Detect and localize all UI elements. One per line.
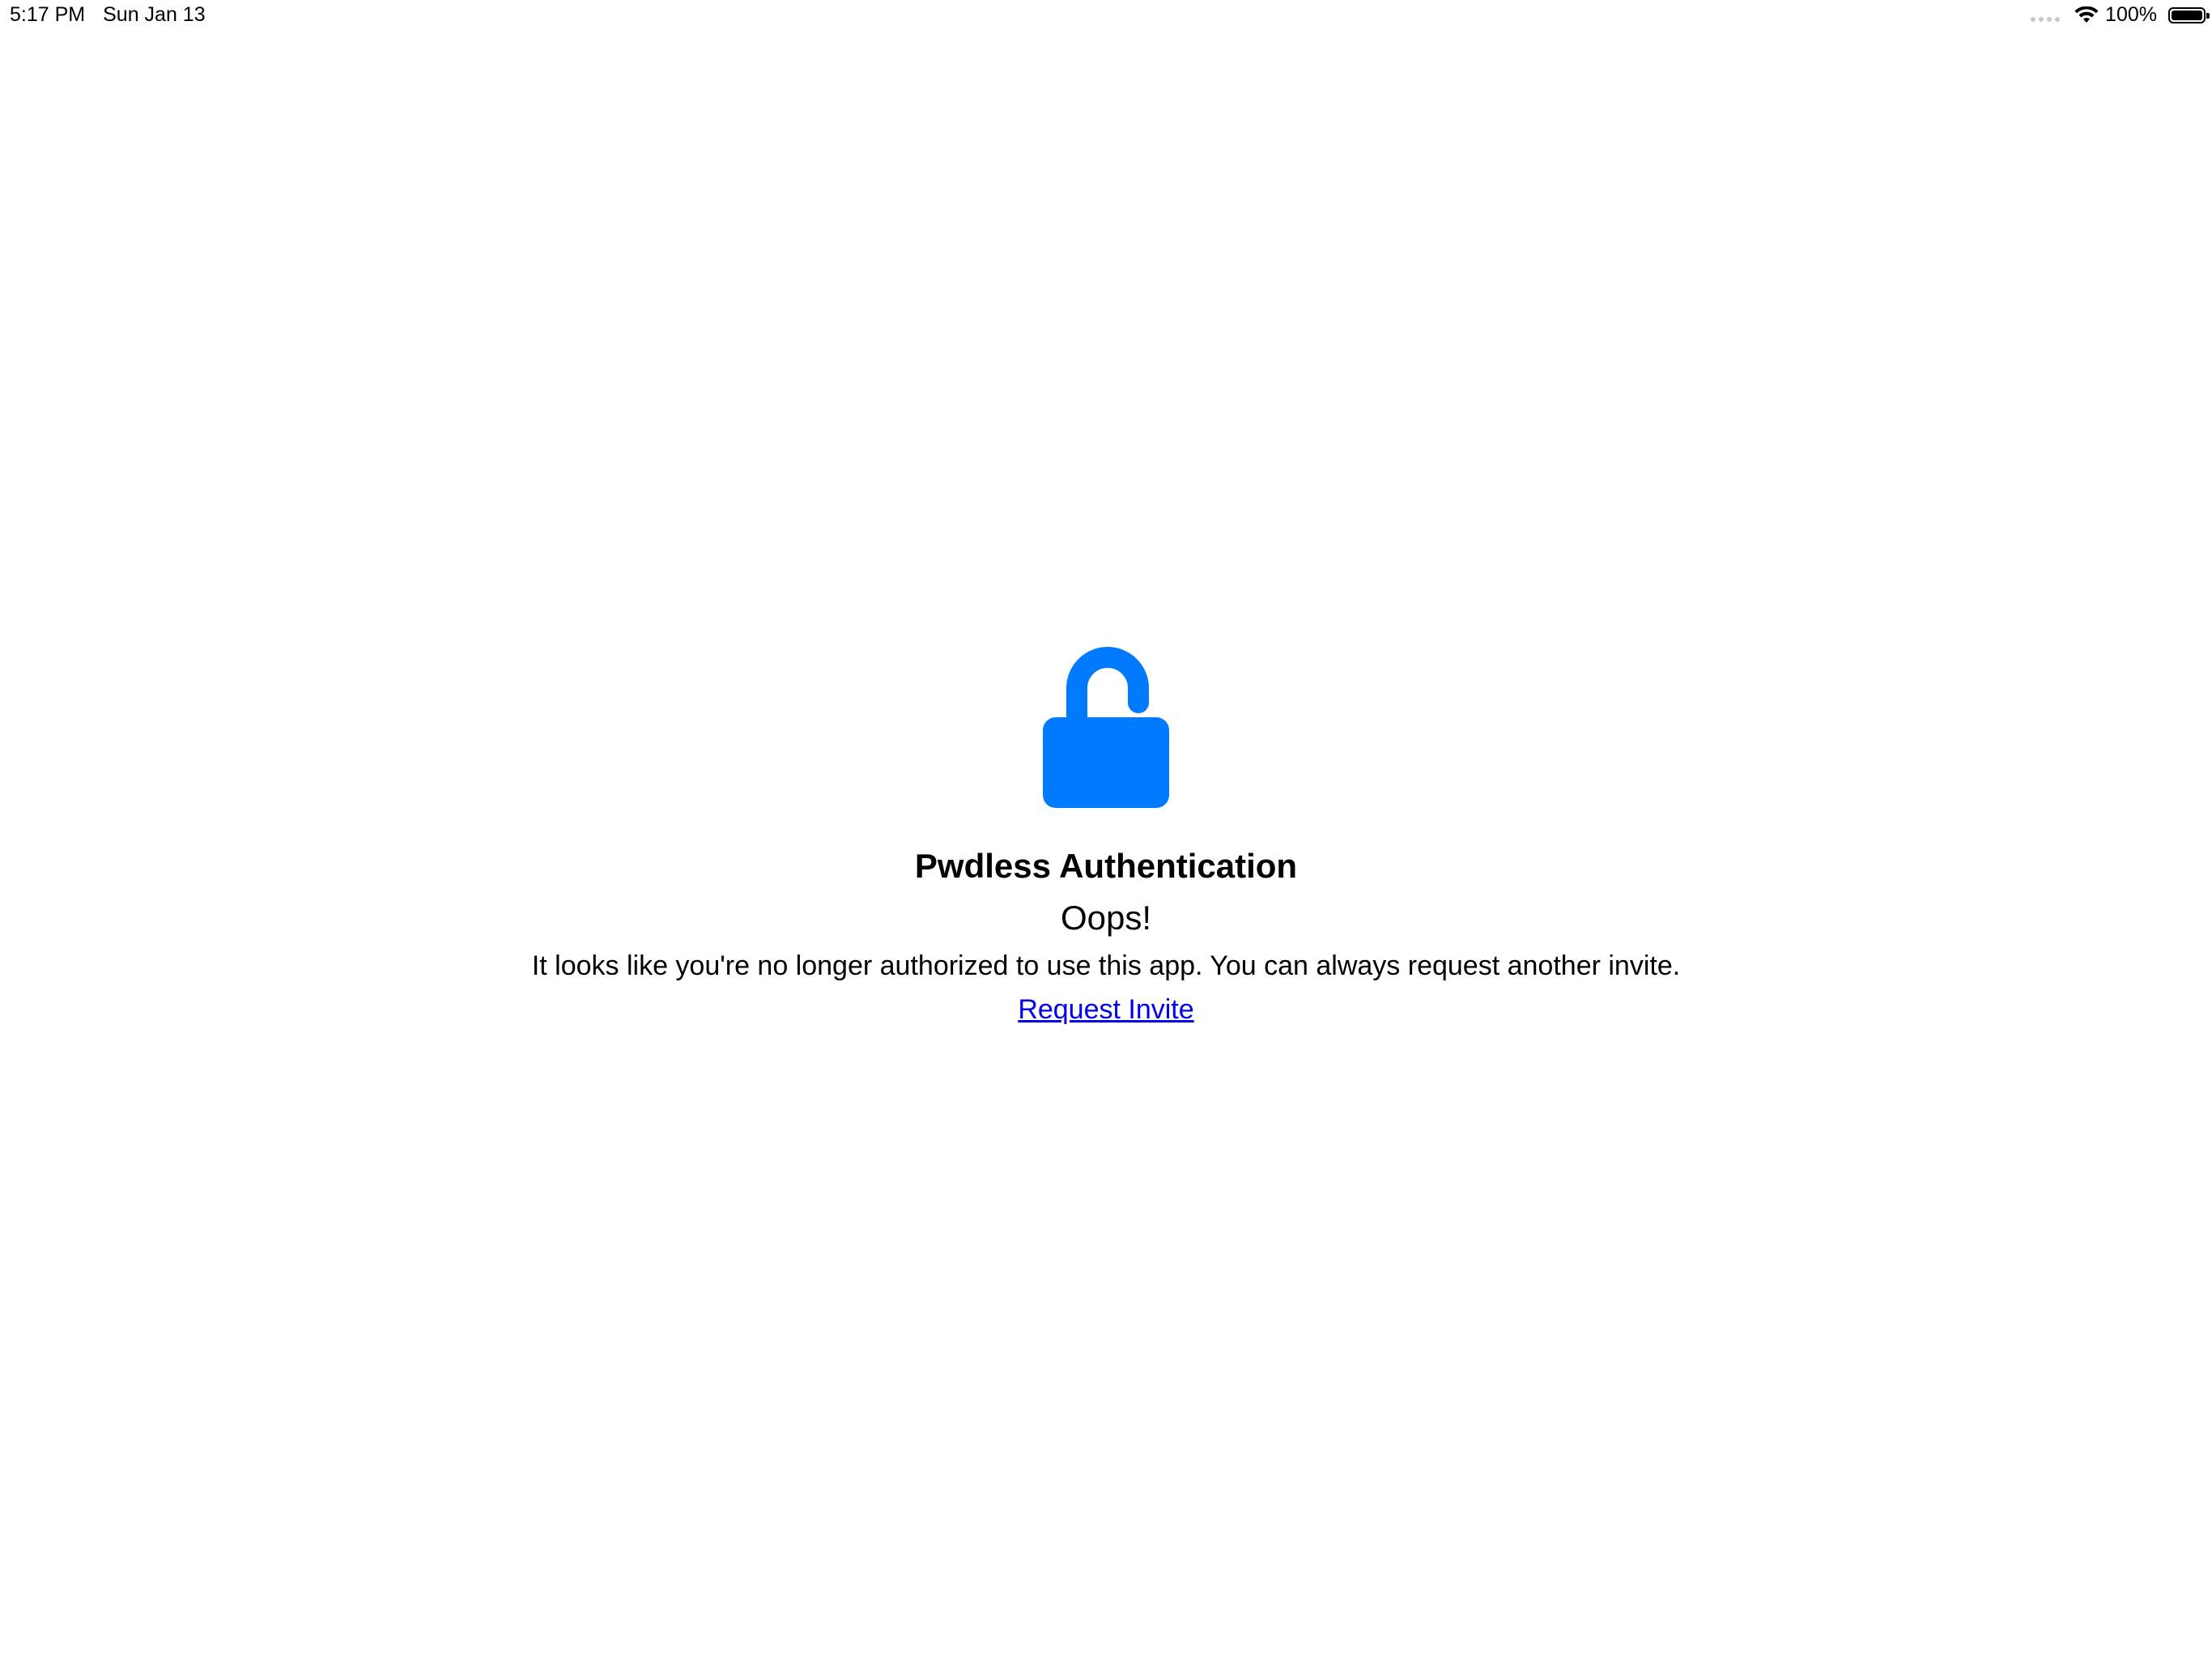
status-bar: 5:17 PM Sun Jan 13 100%: [0, 0, 2212, 34]
status-left: 5:17 PM Sun Jan 13: [10, 3, 206, 27]
status-right: 100%: [2031, 3, 2210, 27]
error-message: It looks like you're no longer authorize…: [531, 950, 1681, 981]
app-title: Pwdless Authentication: [914, 847, 1298, 885]
wifi-icon: [2074, 6, 2099, 23]
status-time: 5:17 PM: [10, 3, 86, 26]
battery-icon: [2168, 6, 2210, 23]
auth-message-panel: Pwdless Authentication Oops! It looks li…: [0, 640, 2212, 1030]
request-invite-link[interactable]: Request Invite: [1018, 989, 1193, 1030]
cellular-signal-icon: [2031, 16, 2061, 22]
status-date: Sun Jan 13: [103, 3, 206, 26]
error-heading: Oops!: [1060, 899, 1152, 937]
unlocked-padlock-icon: [1043, 647, 1169, 808]
app-screen: 5:17 PM Sun Jan 13 100% Pwdless Authenti…: [0, 0, 2212, 1658]
battery-percent: 100%: [2105, 3, 2157, 26]
